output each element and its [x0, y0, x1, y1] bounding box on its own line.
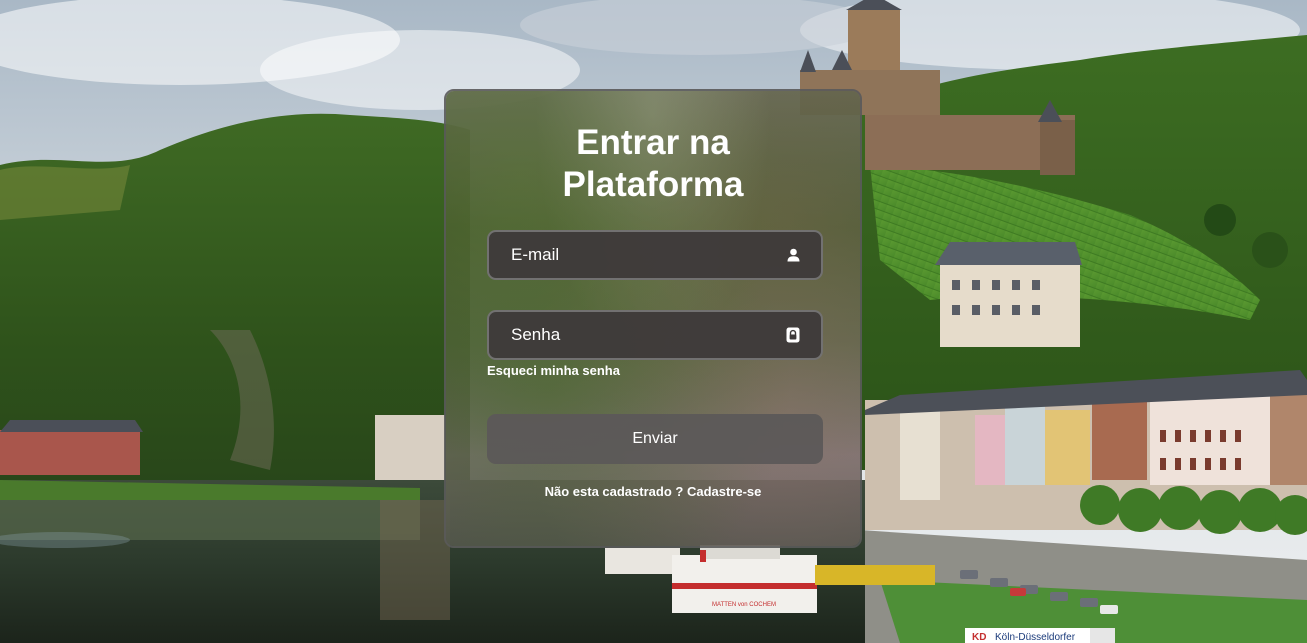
sign-text: Köln-Düsseldorfer: [995, 632, 1076, 643]
password-field[interactable]: [487, 310, 823, 360]
email-field[interactable]: [487, 230, 823, 280]
title-line-2: Plataforma: [562, 165, 744, 204]
submit-button[interactable]: Enviar: [487, 414, 823, 464]
register-prompt-text: Não esta cadastrado ?: [544, 484, 684, 499]
user-icon: [785, 247, 801, 263]
register-link[interactable]: Cadastre-se: [687, 484, 761, 499]
email-input[interactable]: [509, 244, 785, 266]
lock-icon: [785, 327, 801, 343]
sign-prefix: KD: [972, 632, 986, 643]
title-line-1: Entrar na: [576, 123, 730, 162]
forgot-password-link[interactable]: Esqueci minha senha: [487, 363, 620, 378]
password-input[interactable]: [509, 324, 785, 346]
page-title: Entrar na Plataforma: [446, 122, 860, 206]
register-prompt: Não esta cadastrado ? Cadastre-se: [446, 484, 860, 499]
login-card: Entrar na Plataforma Esqueci: [444, 89, 862, 548]
boat-name: MATTEN von COCHEM: [712, 602, 776, 608]
